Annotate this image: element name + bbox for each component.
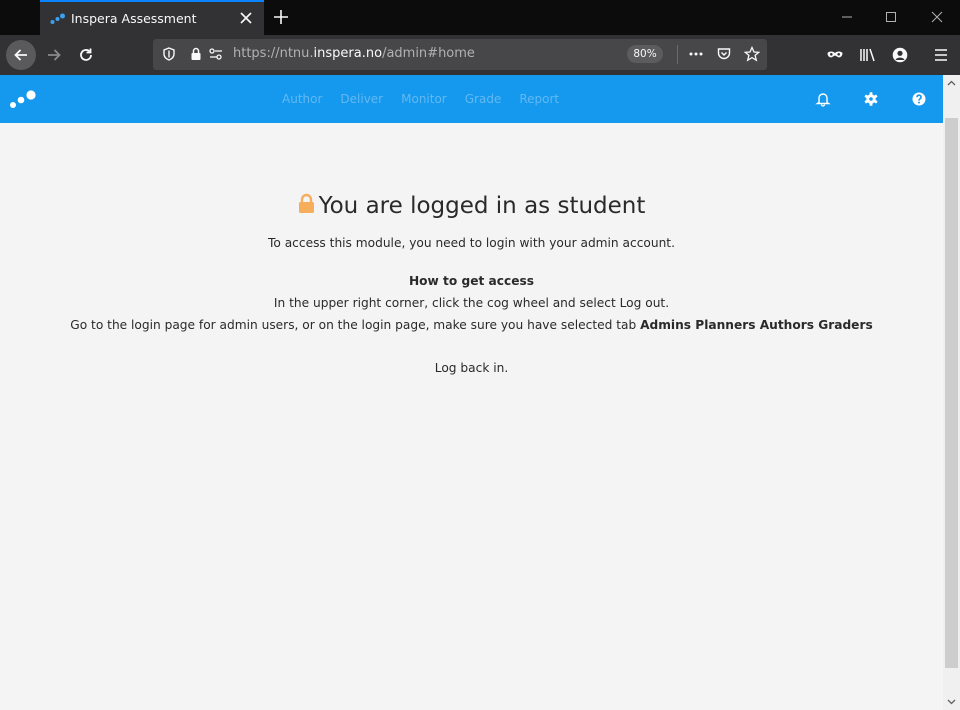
- minimize-window-icon[interactable]: [838, 8, 856, 26]
- shield-icon[interactable]: [161, 46, 177, 62]
- main-nav: Author Deliver Monitor Grade Report: [282, 92, 559, 106]
- howto-heading: How to get access: [408, 274, 535, 288]
- reload-icon: [80, 48, 92, 61]
- vertical-scrollbar[interactable]: [943, 75, 960, 710]
- forward-button[interactable]: [40, 41, 68, 69]
- inspera-favicon-icon: [50, 13, 65, 24]
- zoom-level-badge[interactable]: 80%: [627, 45, 663, 63]
- private-browsing-mask-icon[interactable]: [826, 46, 844, 64]
- nav-grade[interactable]: Grade: [465, 92, 502, 106]
- admin-tab-name: Admins Planners Authors Graders: [640, 318, 873, 332]
- tab-title: Inspera Assessment: [71, 11, 197, 26]
- url-domain: inspera.no: [313, 46, 383, 61]
- reload-button[interactable]: [72, 41, 100, 69]
- lock-icon[interactable]: [188, 46, 204, 62]
- browser-toolbar: https://ntnu.inspera.no/admin#home 80%: [0, 35, 960, 75]
- pocket-icon[interactable]: [716, 46, 732, 62]
- scroll-up-arrow-icon[interactable]: [947, 79, 956, 88]
- permissions-icon[interactable]: [208, 46, 224, 62]
- step-login-page-prefix: Go to the login page for admin users, or…: [70, 318, 637, 332]
- url-path: /admin#home: [382, 46, 475, 61]
- close-tab-icon[interactable]: [238, 10, 254, 26]
- gear-icon[interactable]: [863, 91, 879, 107]
- address-bar[interactable]: https://ntnu.inspera.no/admin#home 80%: [153, 39, 767, 70]
- step-login-page-text: Go to the login page for admin users, or…: [0, 318, 943, 332]
- help-icon[interactable]: [911, 91, 927, 107]
- scroll-down-arrow-icon[interactable]: [947, 697, 956, 706]
- new-tab-icon[interactable]: [272, 8, 290, 26]
- library-icon[interactable]: [859, 46, 877, 64]
- nav-author[interactable]: Author: [282, 92, 322, 106]
- scrollbar-thumb[interactable]: [945, 118, 958, 668]
- arrow-left-icon: [14, 49, 27, 61]
- step-logout-text: In the upper right corner, click the cog…: [273, 296, 670, 310]
- main-content: You are logged in as student To access t…: [0, 123, 943, 710]
- close-window-icon[interactable]: [928, 8, 946, 26]
- subtitle-text: To access this module, you need to login…: [268, 236, 675, 250]
- bell-icon[interactable]: [815, 91, 831, 107]
- app-header: Author Deliver Monitor Grade Report: [0, 75, 943, 123]
- step-login-back-text: Log back in.: [434, 361, 509, 375]
- inspera-logo-icon[interactable]: [8, 88, 38, 110]
- hamburger-menu-icon[interactable]: [932, 46, 950, 64]
- lock-icon: [298, 193, 314, 213]
- browser-tab-bar: Inspera Assessment: [0, 0, 960, 35]
- urlbar-divider: [677, 45, 678, 64]
- arrow-right-icon: [48, 49, 61, 61]
- bookmark-star-icon[interactable]: [744, 46, 760, 62]
- browser-tab[interactable]: Inspera Assessment: [40, 0, 264, 35]
- page-actions-icon[interactable]: [688, 46, 704, 62]
- nav-monitor[interactable]: Monitor: [401, 92, 447, 106]
- account-icon[interactable]: [891, 46, 909, 64]
- page-title: You are logged in as student: [318, 193, 646, 219]
- maximize-window-icon[interactable]: [882, 8, 900, 26]
- nav-deliver[interactable]: Deliver: [340, 92, 383, 106]
- nav-report[interactable]: Report: [519, 92, 559, 106]
- back-button[interactable]: [6, 40, 36, 70]
- url-prefix: https://ntnu.: [233, 46, 314, 61]
- url-text[interactable]: https://ntnu.inspera.no/admin#home: [233, 46, 475, 61]
- login-notice-heading-row: You are logged in as student: [0, 193, 943, 219]
